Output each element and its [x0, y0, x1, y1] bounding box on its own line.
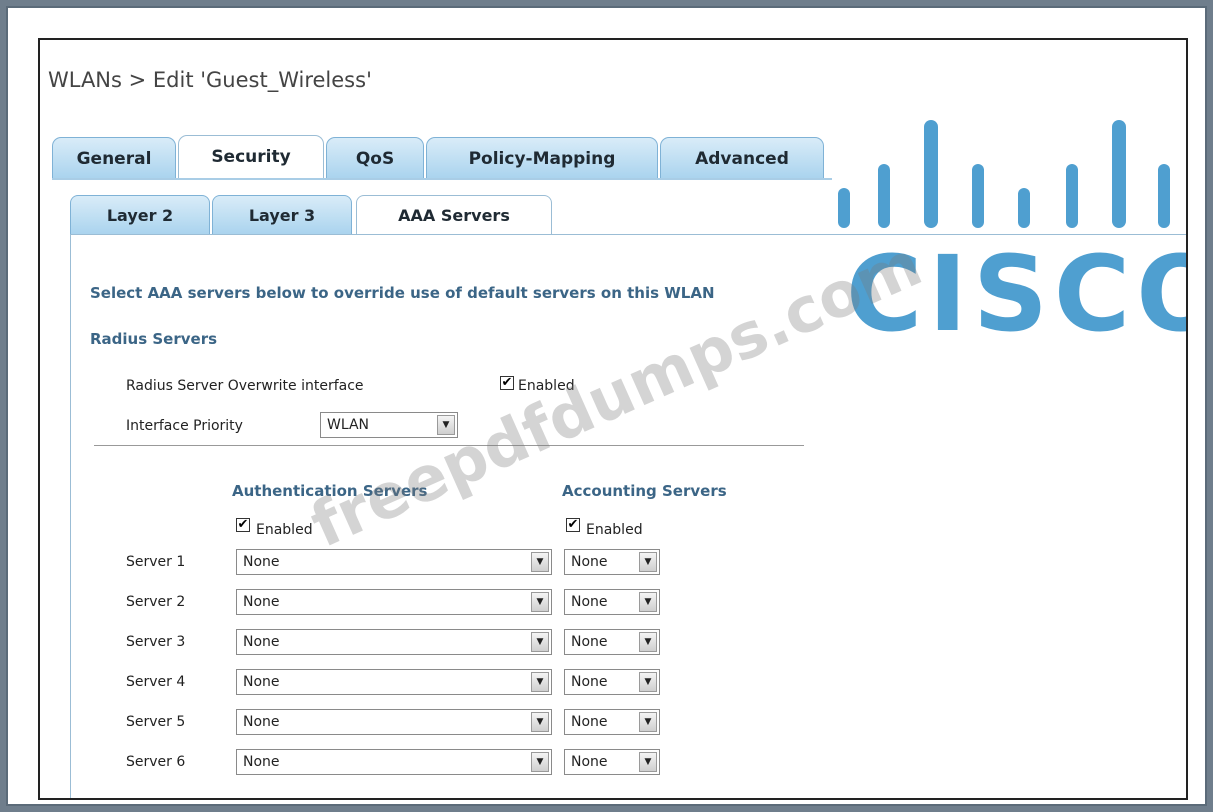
auth-server-select[interactable]: None ▼	[236, 709, 552, 735]
auth-server-select[interactable]: None ▼	[236, 749, 552, 775]
acct-server-value: None	[571, 634, 608, 650]
tab-advanced[interactable]: Advanced	[660, 137, 824, 179]
overwrite-checkbox[interactable]: ✔	[500, 376, 514, 390]
tab-qos[interactable]: QoS	[326, 137, 424, 179]
auth-server-value: None	[243, 674, 280, 690]
overwrite-label: Radius Server Overwrite interface	[126, 378, 364, 394]
auth-server-select[interactable]: None ▼	[236, 669, 552, 695]
server-label: Server 1	[126, 554, 186, 570]
radius-heading: Radius Servers	[90, 330, 218, 348]
chevron-down-icon: ▼	[531, 632, 549, 652]
acct-server-select[interactable]: None ▼	[564, 589, 660, 615]
auth-enabled-checkbox[interactable]: ✔	[236, 518, 250, 532]
auth-server-select[interactable]: None ▼	[236, 549, 552, 575]
chevron-down-icon: ▼	[531, 552, 549, 572]
server-label: Server 4	[126, 674, 186, 690]
auth-server-value: None	[243, 554, 280, 570]
chevron-down-icon: ▼	[639, 552, 657, 572]
acct-enabled-label: Enabled	[586, 522, 643, 538]
chevron-down-icon: ▼	[531, 712, 549, 732]
tab-general[interactable]: General	[52, 137, 176, 179]
overwrite-enabled-label: Enabled	[518, 378, 575, 394]
cisco-logo-text: CISCO	[846, 233, 1188, 355]
acct-server-select[interactable]: None ▼	[564, 709, 660, 735]
screenshot-frame: WLANs > Edit 'Guest_Wireless' General Se…	[6, 6, 1207, 806]
chevron-down-icon: ▼	[639, 592, 657, 612]
tab-policy-mapping[interactable]: Policy-Mapping	[426, 137, 658, 179]
section-divider	[94, 445, 804, 446]
chevron-down-icon: ▼	[639, 752, 657, 772]
acct-server-value: None	[571, 714, 608, 730]
server-label: Server 6	[126, 754, 186, 770]
acct-server-select[interactable]: None ▼	[564, 629, 660, 655]
acct-server-value: None	[571, 554, 608, 570]
priority-label: Interface Priority	[126, 418, 243, 434]
wlan-edit-panel: WLANs > Edit 'Guest_Wireless' General Se…	[38, 38, 1188, 800]
auth-server-select[interactable]: None ▼	[236, 629, 552, 655]
chevron-down-icon: ▼	[531, 672, 549, 692]
auth-server-value: None	[243, 634, 280, 650]
chevron-down-icon: ▼	[639, 632, 657, 652]
cisco-logo: CISCO	[838, 120, 1188, 355]
acct-server-select[interactable]: None ▼	[564, 749, 660, 775]
tab-underline	[52, 178, 832, 180]
intro-text: Select AAA servers below to override use…	[90, 284, 715, 302]
acct-server-select[interactable]: None ▼	[564, 549, 660, 575]
chevron-down-icon: ▼	[531, 752, 549, 772]
subtab-layer-2[interactable]: Layer 2	[70, 195, 210, 235]
tab-security[interactable]: Security	[178, 135, 324, 179]
interface-priority-value: WLAN	[327, 417, 370, 433]
chevron-down-icon: ▼	[437, 415, 455, 435]
chevron-down-icon: ▼	[531, 592, 549, 612]
acct-server-value: None	[571, 594, 608, 610]
chevron-down-icon: ▼	[639, 712, 657, 732]
acct-server-select[interactable]: None ▼	[564, 669, 660, 695]
auth-servers-heading: Authentication Servers	[232, 482, 428, 500]
server-label: Server 2	[126, 594, 186, 610]
server-label: Server 3	[126, 634, 186, 650]
interface-priority-select[interactable]: WLAN ▼	[320, 412, 458, 438]
auth-server-value: None	[243, 714, 280, 730]
auth-server-value: None	[243, 754, 280, 770]
server-label: Server 5	[126, 714, 186, 730]
acct-server-value: None	[571, 754, 608, 770]
acct-servers-heading: Accounting Servers	[562, 482, 727, 500]
chevron-down-icon: ▼	[639, 672, 657, 692]
auth-server-select[interactable]: None ▼	[236, 589, 552, 615]
subtab-aaa-servers[interactable]: AAA Servers	[356, 195, 552, 235]
subtab-layer-3[interactable]: Layer 3	[212, 195, 352, 235]
page-title: WLANs > Edit 'Guest_Wireless'	[48, 68, 372, 92]
auth-enabled-label: Enabled	[256, 522, 313, 538]
auth-server-value: None	[243, 594, 280, 610]
acct-server-value: None	[571, 674, 608, 690]
acct-enabled-checkbox[interactable]: ✔	[566, 518, 580, 532]
